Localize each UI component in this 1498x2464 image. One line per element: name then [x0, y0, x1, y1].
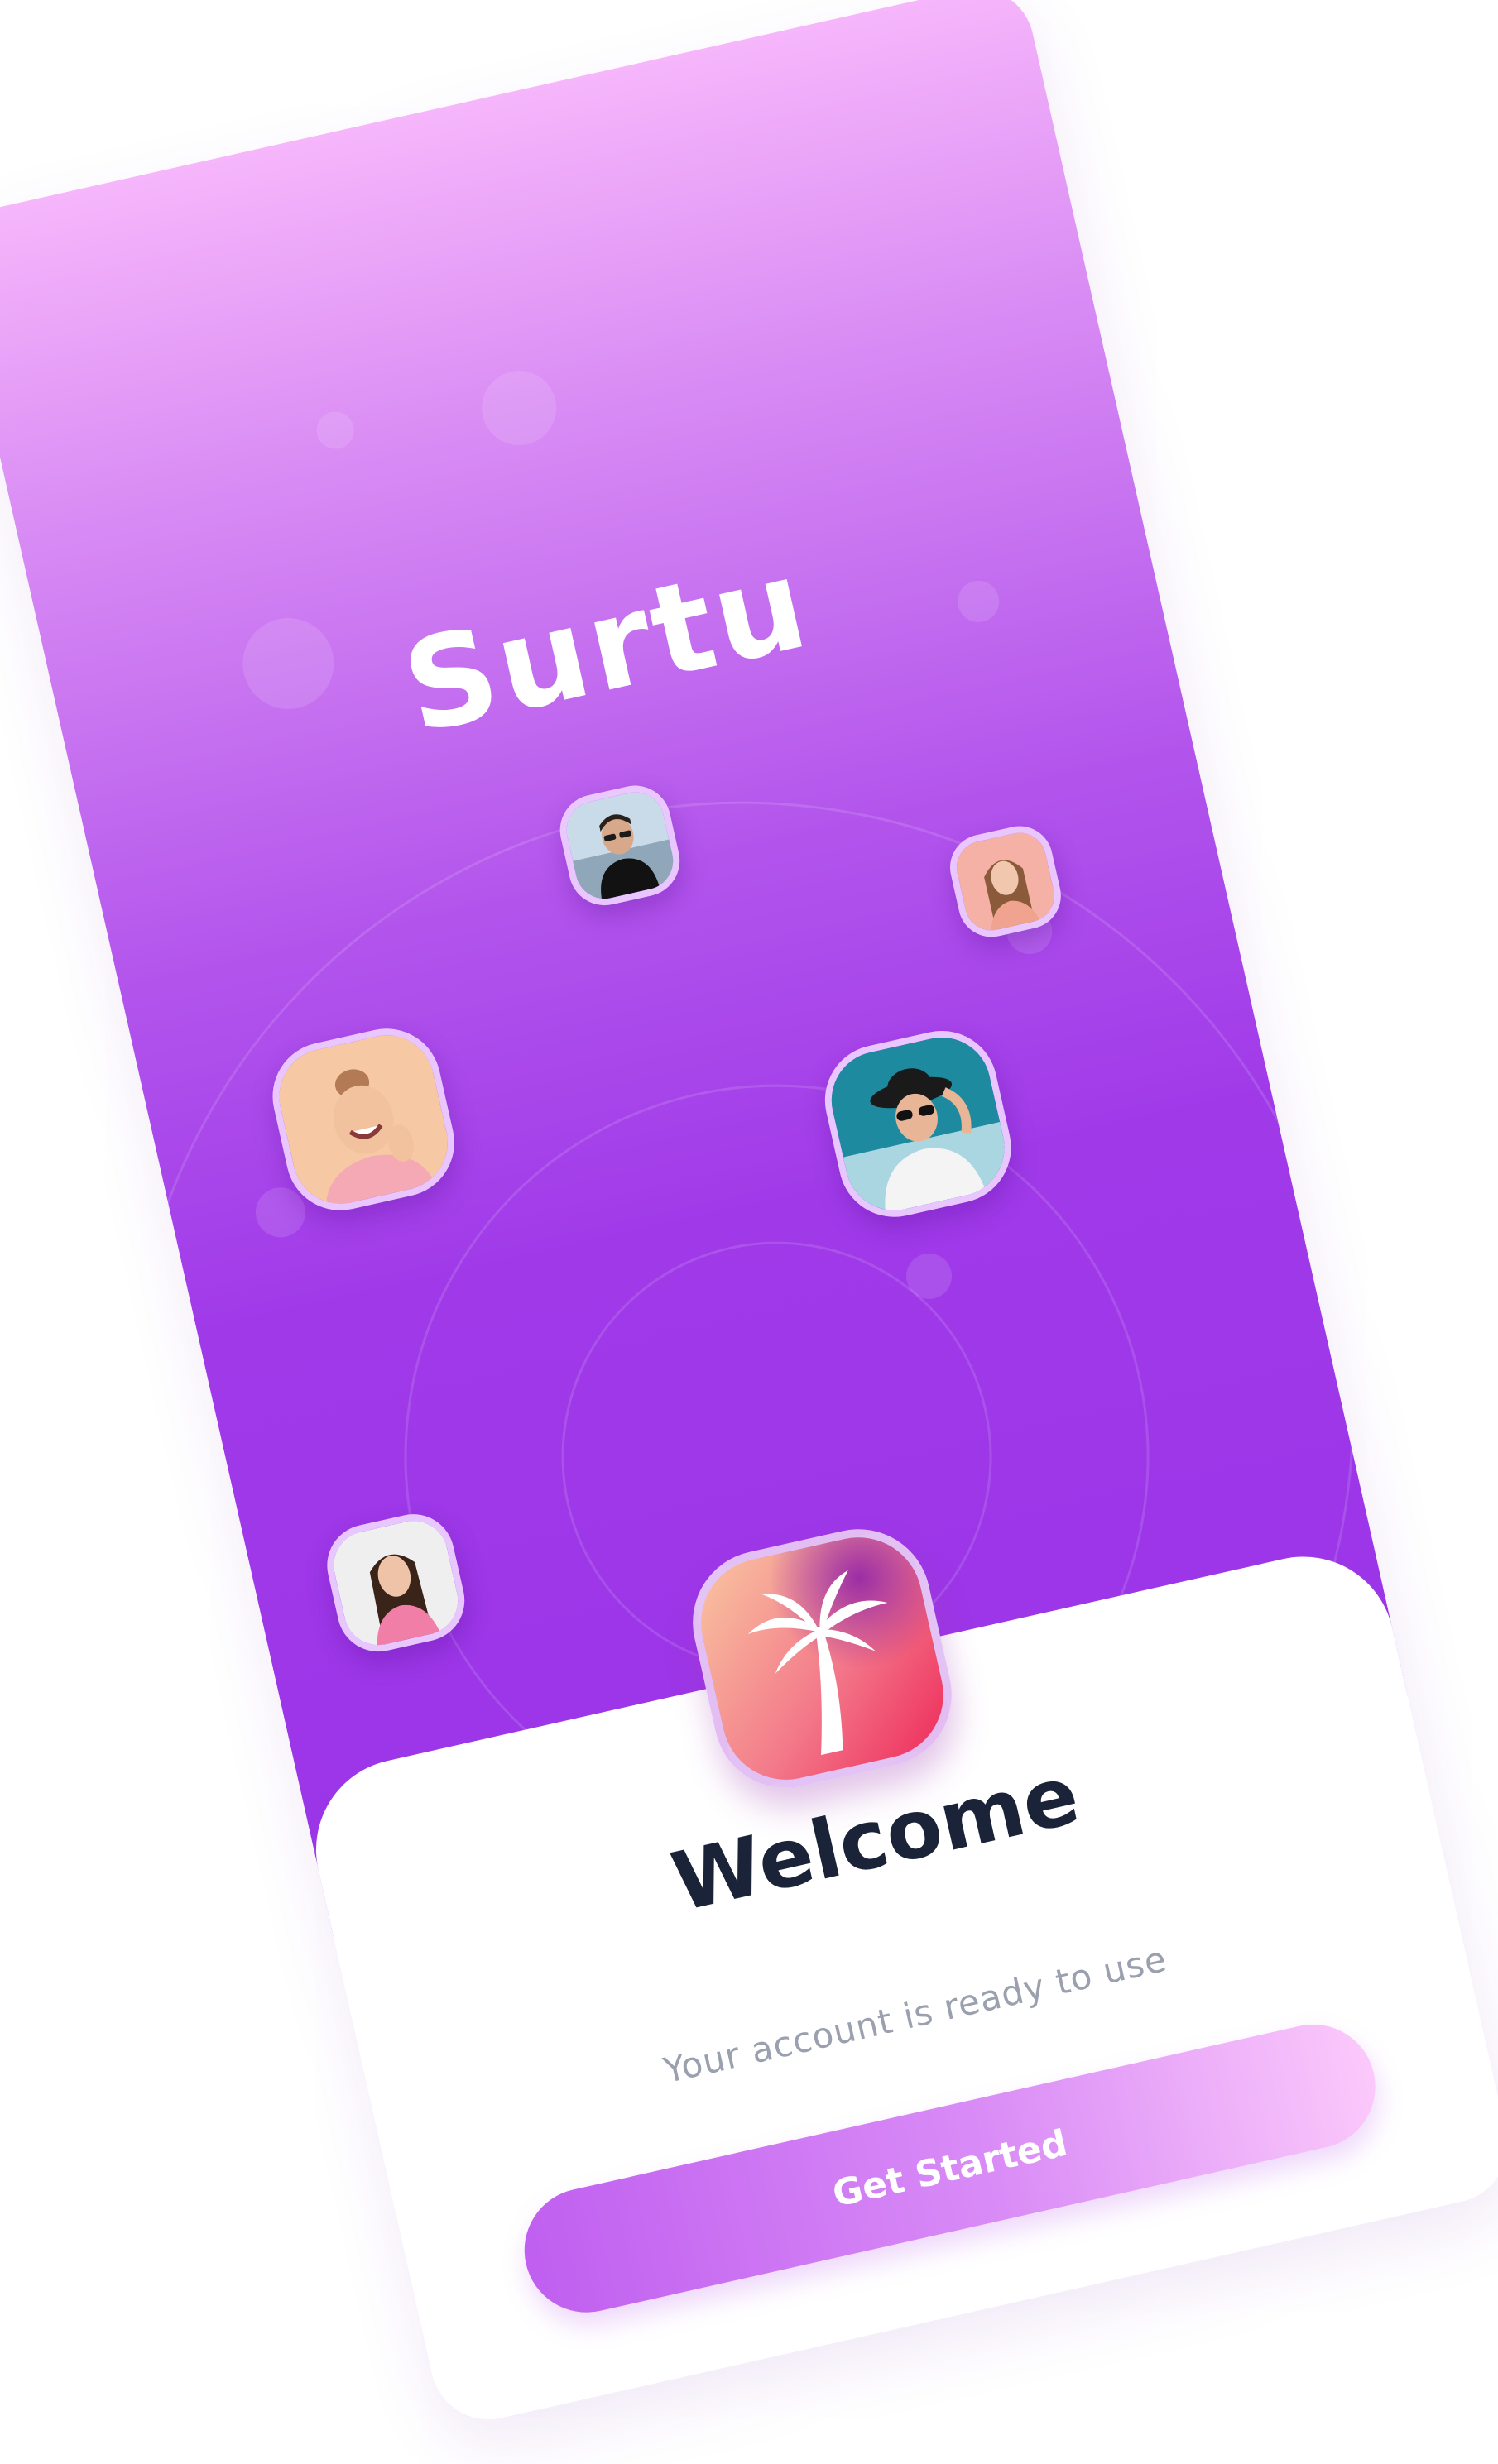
phone-screen: Surtu Welcome Your account is ready to u…	[0, 0, 1498, 2431]
avatar-woman-long-hair-photo	[327, 1514, 465, 1652]
avatar-woman-laughing-photo	[270, 1026, 458, 1213]
brand-title: Surtu	[391, 529, 823, 763]
avatar-woman-pink-photo	[951, 827, 1060, 936]
decor-bubble	[313, 408, 358, 453]
avatar-man-photo	[560, 786, 679, 904]
decor-bubble	[474, 363, 564, 453]
palm-tree-icon	[747, 1570, 888, 1756]
avatar-woman-hat-photo	[822, 1028, 1015, 1220]
screenshot-stage: Surtu Welcome Your account is ready to u…	[0, 0, 1498, 2464]
